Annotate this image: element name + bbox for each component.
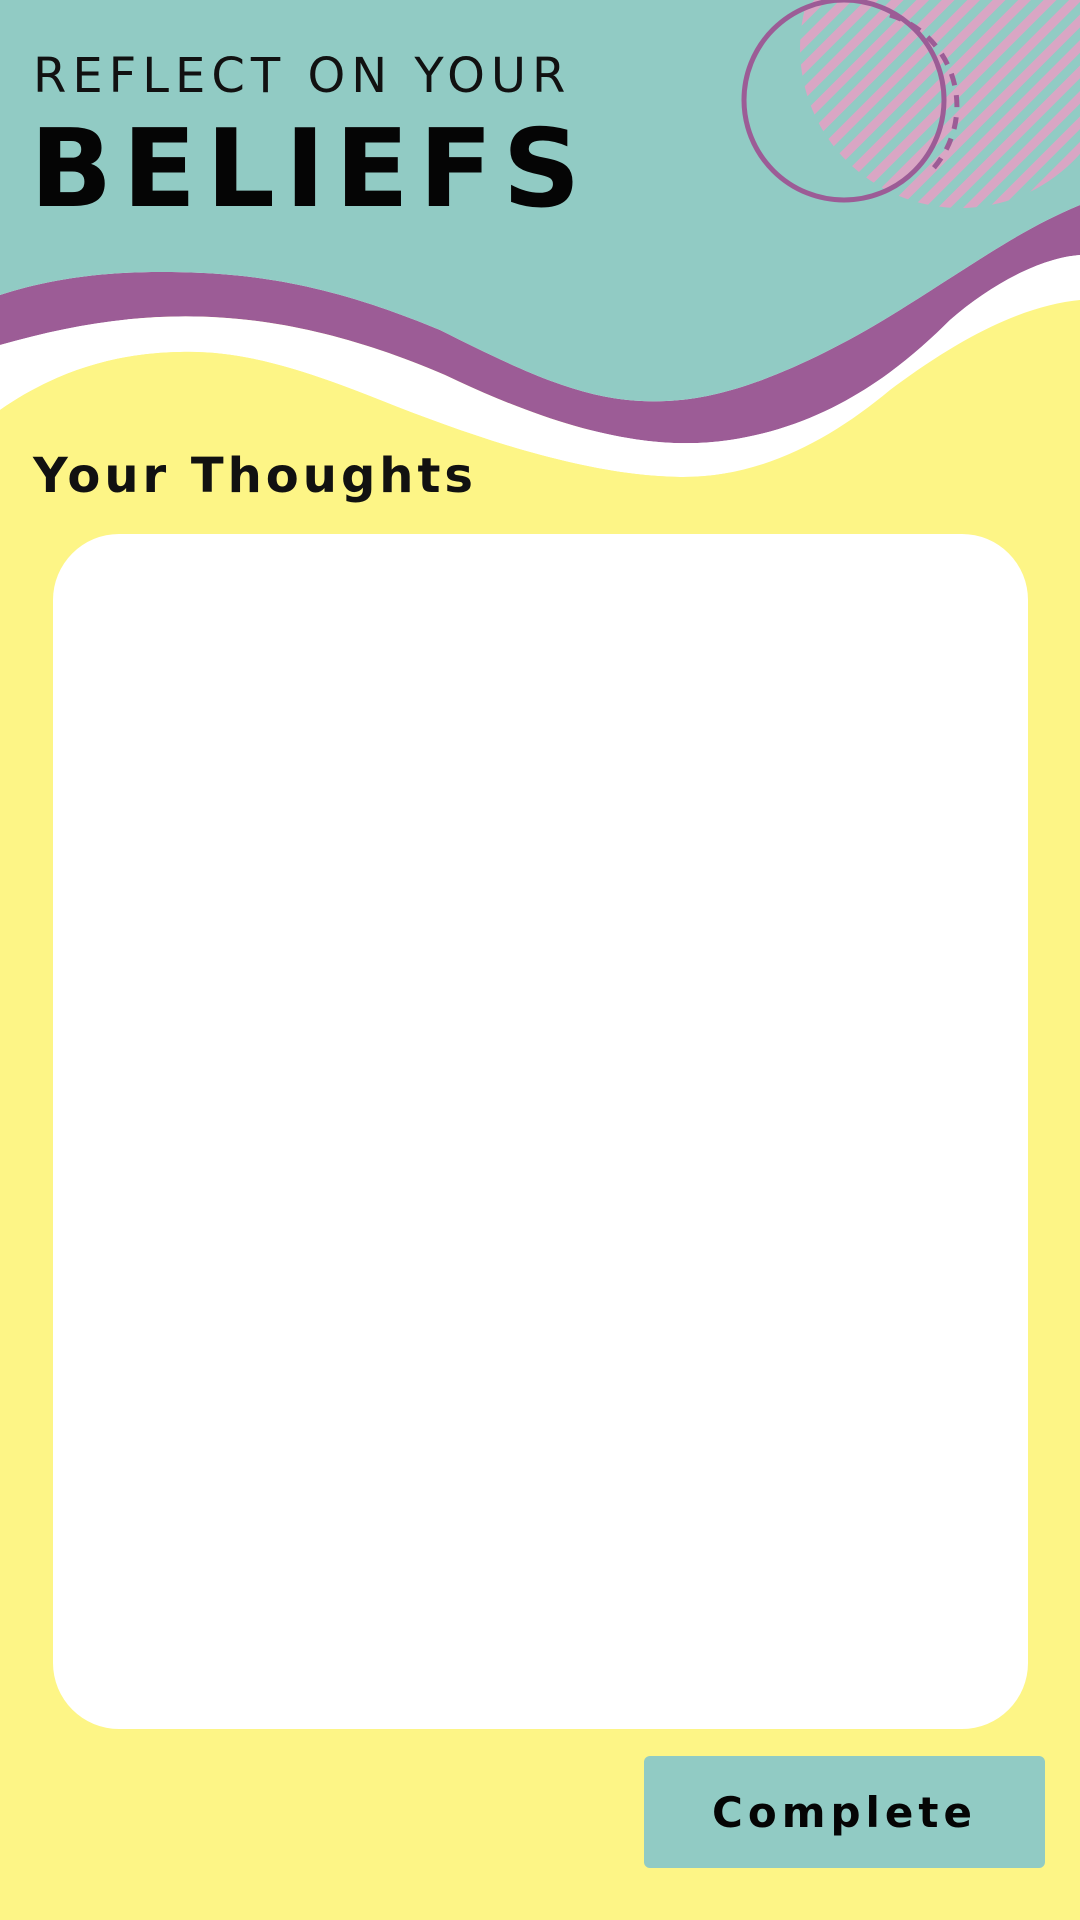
header-subtitle: REFLECT ON YOUR: [33, 48, 572, 104]
section-title: Your Thoughts: [33, 448, 477, 504]
reflection-screen: REFLECT ON YOUR BELIEFS Your Thoughts Co…: [0, 0, 1080, 1920]
page-title: BELIEFS: [30, 107, 591, 232]
complete-button[interactable]: Complete: [644, 1756, 1045, 1868]
thoughts-input[interactable]: [53, 534, 1028, 1729]
